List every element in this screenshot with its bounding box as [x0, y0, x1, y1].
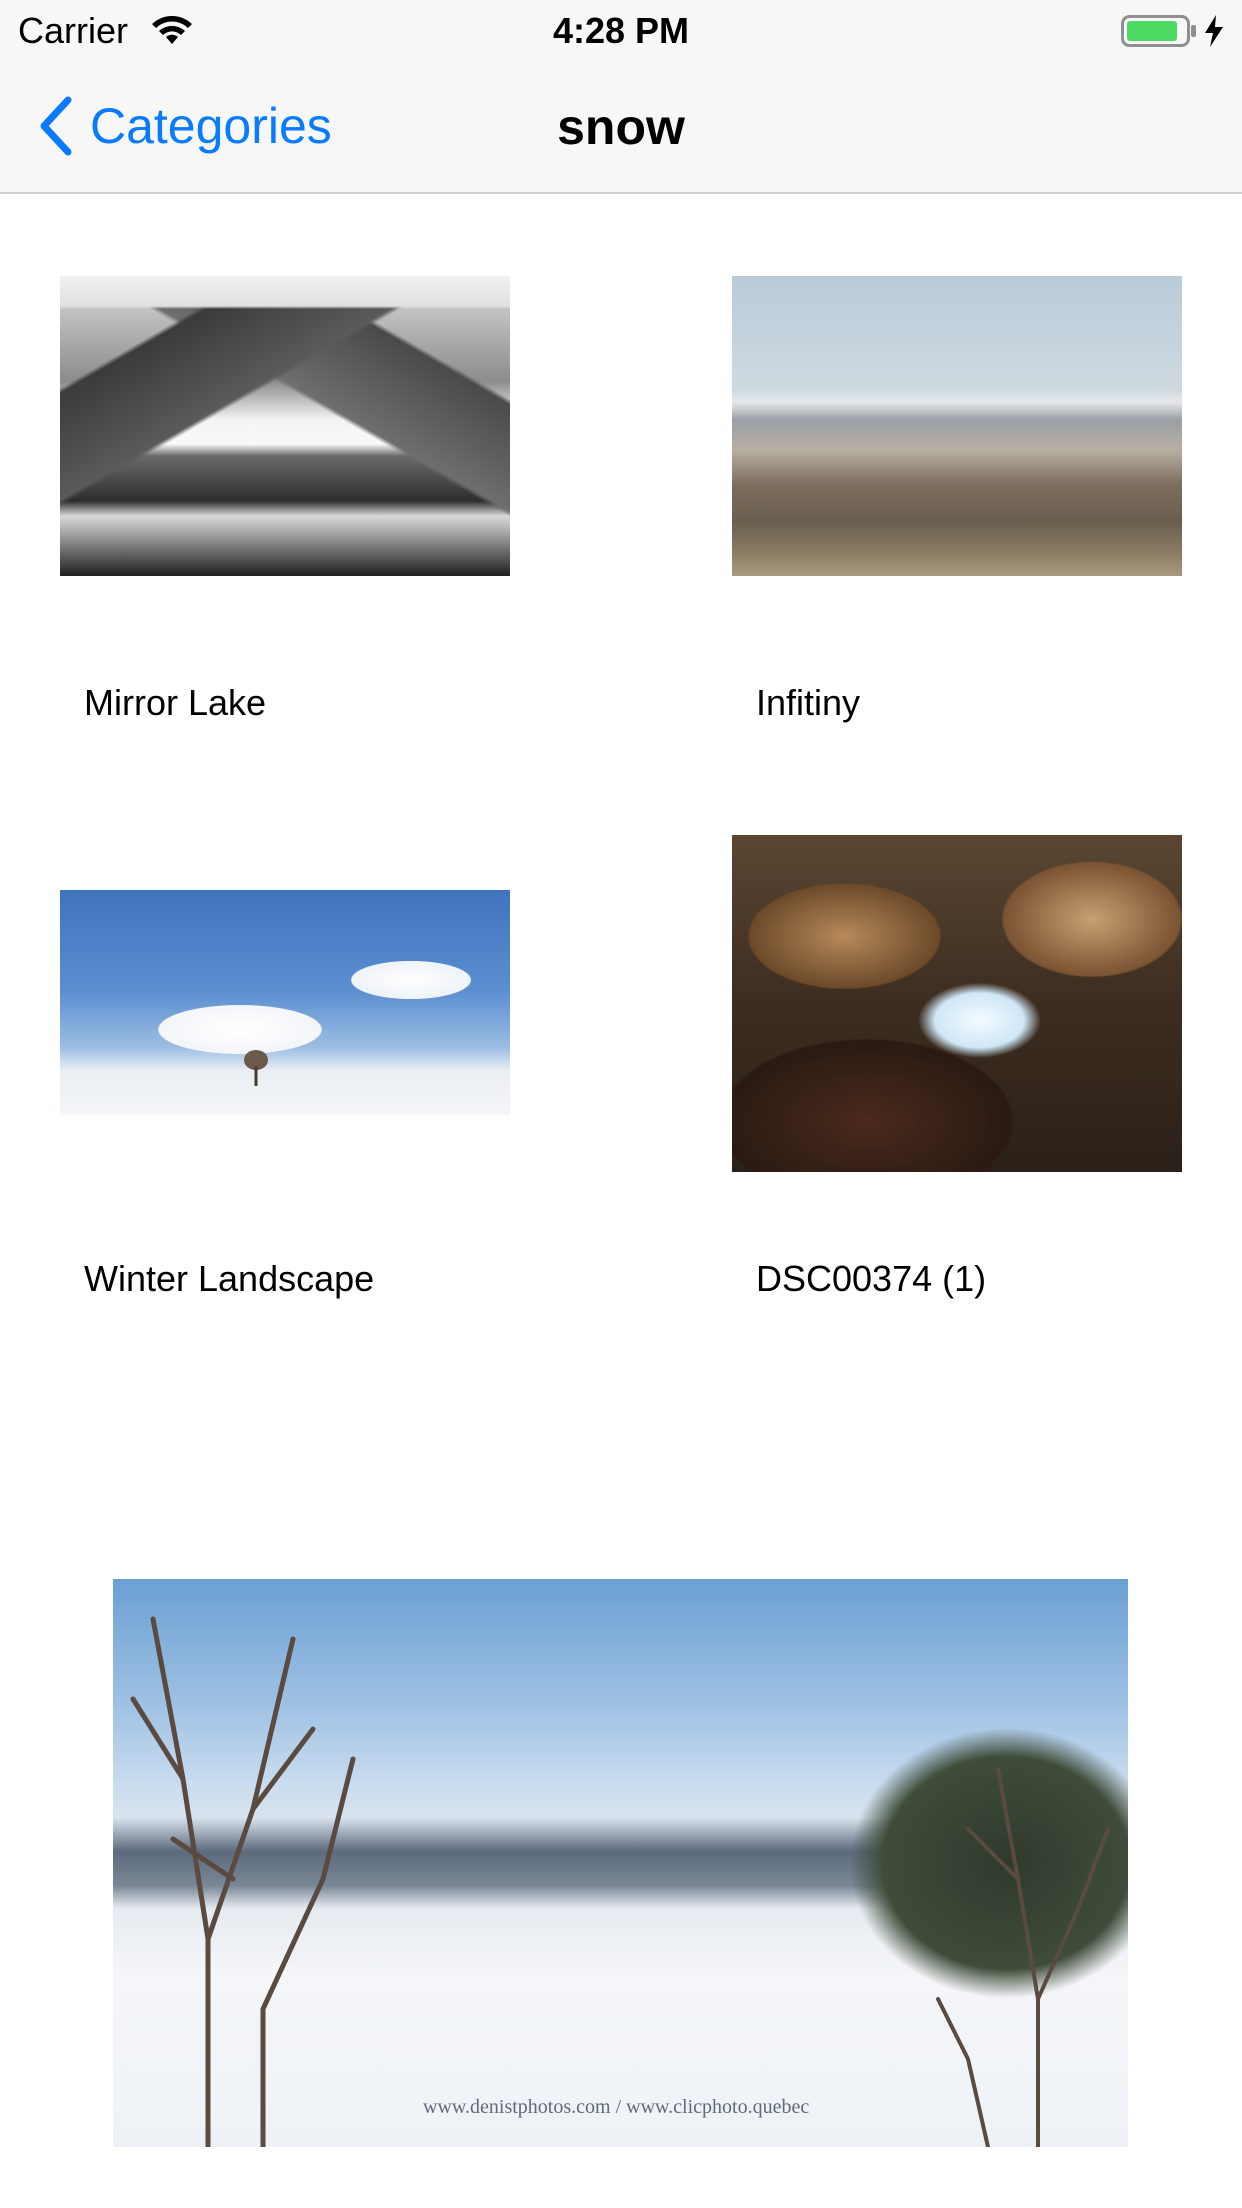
grid-item-infitiny[interactable]: Infitiny	[732, 276, 1182, 736]
photo-caption: Winter Landscape	[84, 1258, 375, 1299]
photo-caption: DSC00374 (1)	[756, 1258, 987, 1299]
grid-item-dsc00374[interactable]: DSC00374 (1)	[732, 835, 1182, 1310]
bare-tree-left	[130, 1616, 356, 2147]
photo-thumbnail	[732, 835, 1182, 1172]
page-title: snow	[557, 99, 685, 155]
status-bar: Carrier 4:28 PM	[0, 0, 1242, 60]
top-bar: Carrier 4:28 PM Categories snow	[0, 0, 1242, 194]
photo-caption: Mirror Lake	[84, 682, 267, 723]
photo-thumbnail	[732, 276, 1182, 576]
navigation-bar: Categories snow	[0, 60, 1242, 192]
photo-thumbnail	[60, 276, 510, 576]
grid-item-winter-landscape[interactable]: Winter Landscape	[60, 890, 510, 1310]
tree-illustration	[244, 1050, 268, 1086]
clock: 4:28 PM	[552, 10, 690, 51]
featured-photo[interactable]: www.denistphotos.com / www.clicphoto.que…	[113, 1579, 1128, 2147]
grid-item-mirror-lake[interactable]: Mirror Lake	[60, 276, 510, 736]
bare-tree-right	[936, 1767, 1110, 2147]
battery-icon	[1121, 15, 1196, 47]
photo-watermark: www.denistphotos.com / www.clicphoto.que…	[423, 2096, 810, 2118]
photo-caption: Infitiny	[756, 682, 861, 723]
charging-bolt-icon	[1205, 15, 1223, 47]
photo-thumbnail	[60, 890, 510, 1115]
